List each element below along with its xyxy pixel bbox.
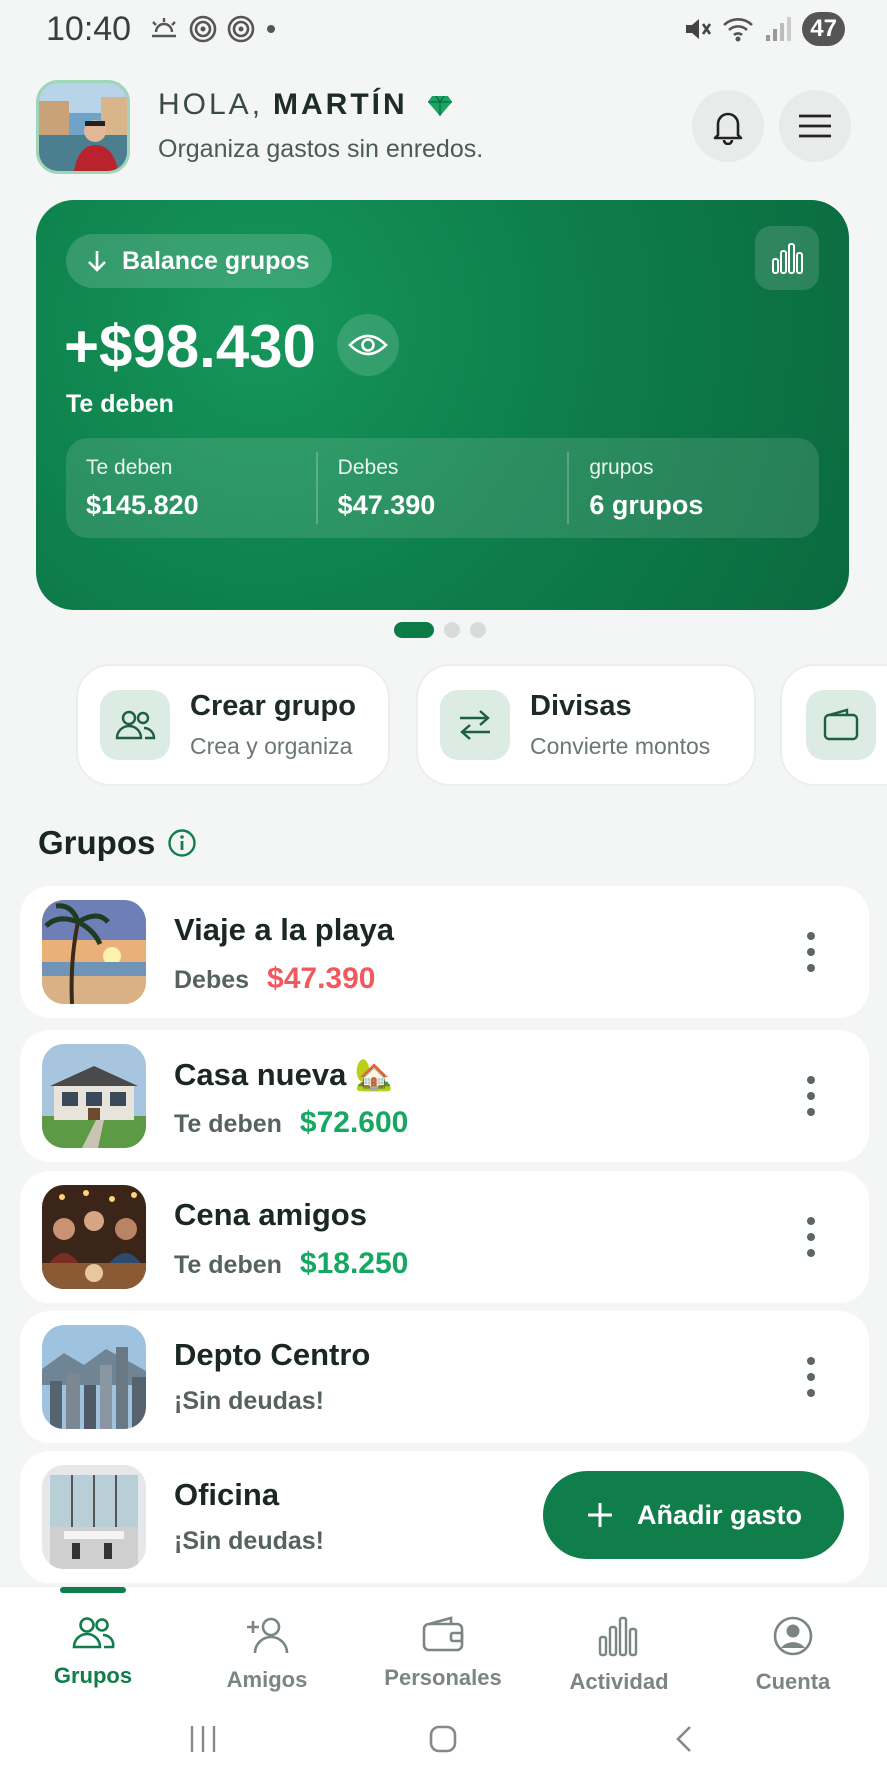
quick-action-title: Crear grupo <box>190 690 356 722</box>
stat-you-owe: Debes $47.390 <box>315 452 568 524</box>
more-options-icon[interactable] <box>805 1357 817 1397</box>
group-row[interactable]: Depto Centro ¡Sin deudas! <box>20 1311 869 1443</box>
nav-personal[interactable]: Personales <box>368 1615 518 1691</box>
plus-icon <box>587 1503 612 1527</box>
carousel-dot[interactable] <box>394 622 434 638</box>
weather-icon <box>152 18 176 38</box>
home-icon[interactable] <box>428 1724 458 1754</box>
notifications-button[interactable] <box>692 90 764 162</box>
signal-app-icon <box>189 15 217 43</box>
avatar[interactable] <box>36 80 130 174</box>
wallet-action-button[interactable] <box>780 664 887 786</box>
group-row[interactable]: Casa nueva 🏡 Te deben $72.600 <box>20 1030 869 1162</box>
group-status: ¡Sin deudas! <box>174 1527 325 1555</box>
people-icon <box>115 710 156 740</box>
signal-app-icon-2 <box>227 15 255 43</box>
toggle-visibility-button[interactable] <box>337 314 399 376</box>
groups-section-title: Grupos <box>38 824 197 862</box>
balance-subtitle: Te deben <box>66 390 174 418</box>
quick-action-subtitle: Crea y organiza <box>190 733 353 759</box>
group-status: Debes <box>174 966 250 994</box>
balance-amount: +$98.430 <box>64 313 316 380</box>
group-name: Cena amigos <box>174 1197 367 1232</box>
group-status: Te deben <box>174 1110 282 1138</box>
bell-icon <box>713 112 743 145</box>
account-icon <box>773 1616 813 1656</box>
tagline: Organiza gastos sin enredos. <box>158 135 484 163</box>
active-tab-indicator <box>60 1587 126 1593</box>
stat-owed-to-you: Te deben $145.820 <box>86 456 199 520</box>
stats-button[interactable] <box>755 226 819 290</box>
group-row[interactable]: Cena amigos Te deben $18.250 <box>20 1171 869 1303</box>
group-status: Te deben <box>174 1251 282 1279</box>
currencies-button[interactable]: Divisas Convierte montos <box>416 664 756 786</box>
wallet-icon <box>823 708 859 741</box>
group-image-beach <box>42 900 146 1004</box>
quick-action-subtitle: Convierte montos <box>530 733 711 759</box>
nav-activity[interactable]: Actividad <box>544 1615 694 1695</box>
group-row[interactable]: Viaje a la playa Debes $47.390 <box>20 886 869 1018</box>
group-image-office <box>42 1465 146 1569</box>
carousel-indicator <box>394 622 486 638</box>
eye-icon <box>348 334 388 356</box>
recents-icon[interactable] <box>188 1724 218 1754</box>
bar-chart-icon <box>772 243 803 274</box>
group-amount: $18.250 <box>299 1247 409 1280</box>
bottom-navigation: Grupos Amigos Personales Actividad Cuent… <box>0 1586 887 1706</box>
group-amount: $47.390 <box>267 962 376 995</box>
group-name: Oficina <box>174 1477 280 1512</box>
swap-icon <box>460 710 490 740</box>
more-options-icon[interactable] <box>805 1217 817 1257</box>
dot-icon <box>267 25 275 33</box>
carousel-dot[interactable] <box>470 622 486 638</box>
group-image-house <box>42 1044 146 1148</box>
battery-indicator: 47 <box>802 12 845 46</box>
group-name: Viaje a la playa <box>174 912 395 947</box>
user-name: MARTÍN <box>273 88 408 121</box>
bar-chart-icon <box>598 1616 638 1657</box>
people-icon <box>72 1617 115 1649</box>
more-options-icon[interactable] <box>805 1076 817 1116</box>
wallet-icon <box>422 1616 464 1652</box>
create-group-button[interactable]: Crear grupo Crea y organiza <box>76 664 390 786</box>
status-bar: 10:40 47 <box>0 0 887 60</box>
nav-account[interactable]: Cuenta <box>718 1615 868 1695</box>
info-icon[interactable] <box>167 828 197 858</box>
wifi-icon <box>723 18 754 42</box>
group-name: Casa nueva 🏡 <box>174 1057 394 1092</box>
group-name: Depto Centro <box>174 1337 371 1372</box>
balance-type-selector[interactable]: Balance grupos <box>66 234 332 288</box>
stat-groups: grupos 6 grupos <box>567 452 819 524</box>
group-image-city <box>42 1325 146 1429</box>
nav-groups[interactable]: Grupos <box>18 1615 168 1689</box>
mute-icon <box>686 19 712 39</box>
quick-action-title: Divisas <box>530 690 632 722</box>
system-navigation-bar <box>0 1706 887 1774</box>
group-status: ¡Sin deudas! <box>174 1387 325 1415</box>
more-options-icon[interactable] <box>805 932 817 972</box>
group-image-dinner <box>42 1185 146 1289</box>
hamburger-icon <box>799 114 831 138</box>
cell-signal-icon <box>766 17 792 41</box>
add-expense-button[interactable]: Añadir gasto <box>543 1471 844 1559</box>
carousel-dot[interactable] <box>444 622 460 638</box>
balance-stats: Te deben $145.820 Debes $47.390 grupos 6… <box>66 438 819 538</box>
greeting: HOLA, MARTÍN <box>158 88 453 122</box>
back-icon[interactable] <box>670 1724 700 1754</box>
status-time: 10:40 <box>46 10 132 48</box>
nav-friends[interactable]: Amigos <box>192 1615 342 1693</box>
group-amount: $72.600 <box>299 1106 409 1139</box>
balance-card[interactable]: Balance grupos +$98.430 Te deben Te debe… <box>36 200 849 610</box>
add-person-icon <box>247 1617 289 1654</box>
menu-button[interactable] <box>779 90 851 162</box>
arrow-down-icon <box>88 251 106 272</box>
premium-gem-icon <box>428 95 453 117</box>
